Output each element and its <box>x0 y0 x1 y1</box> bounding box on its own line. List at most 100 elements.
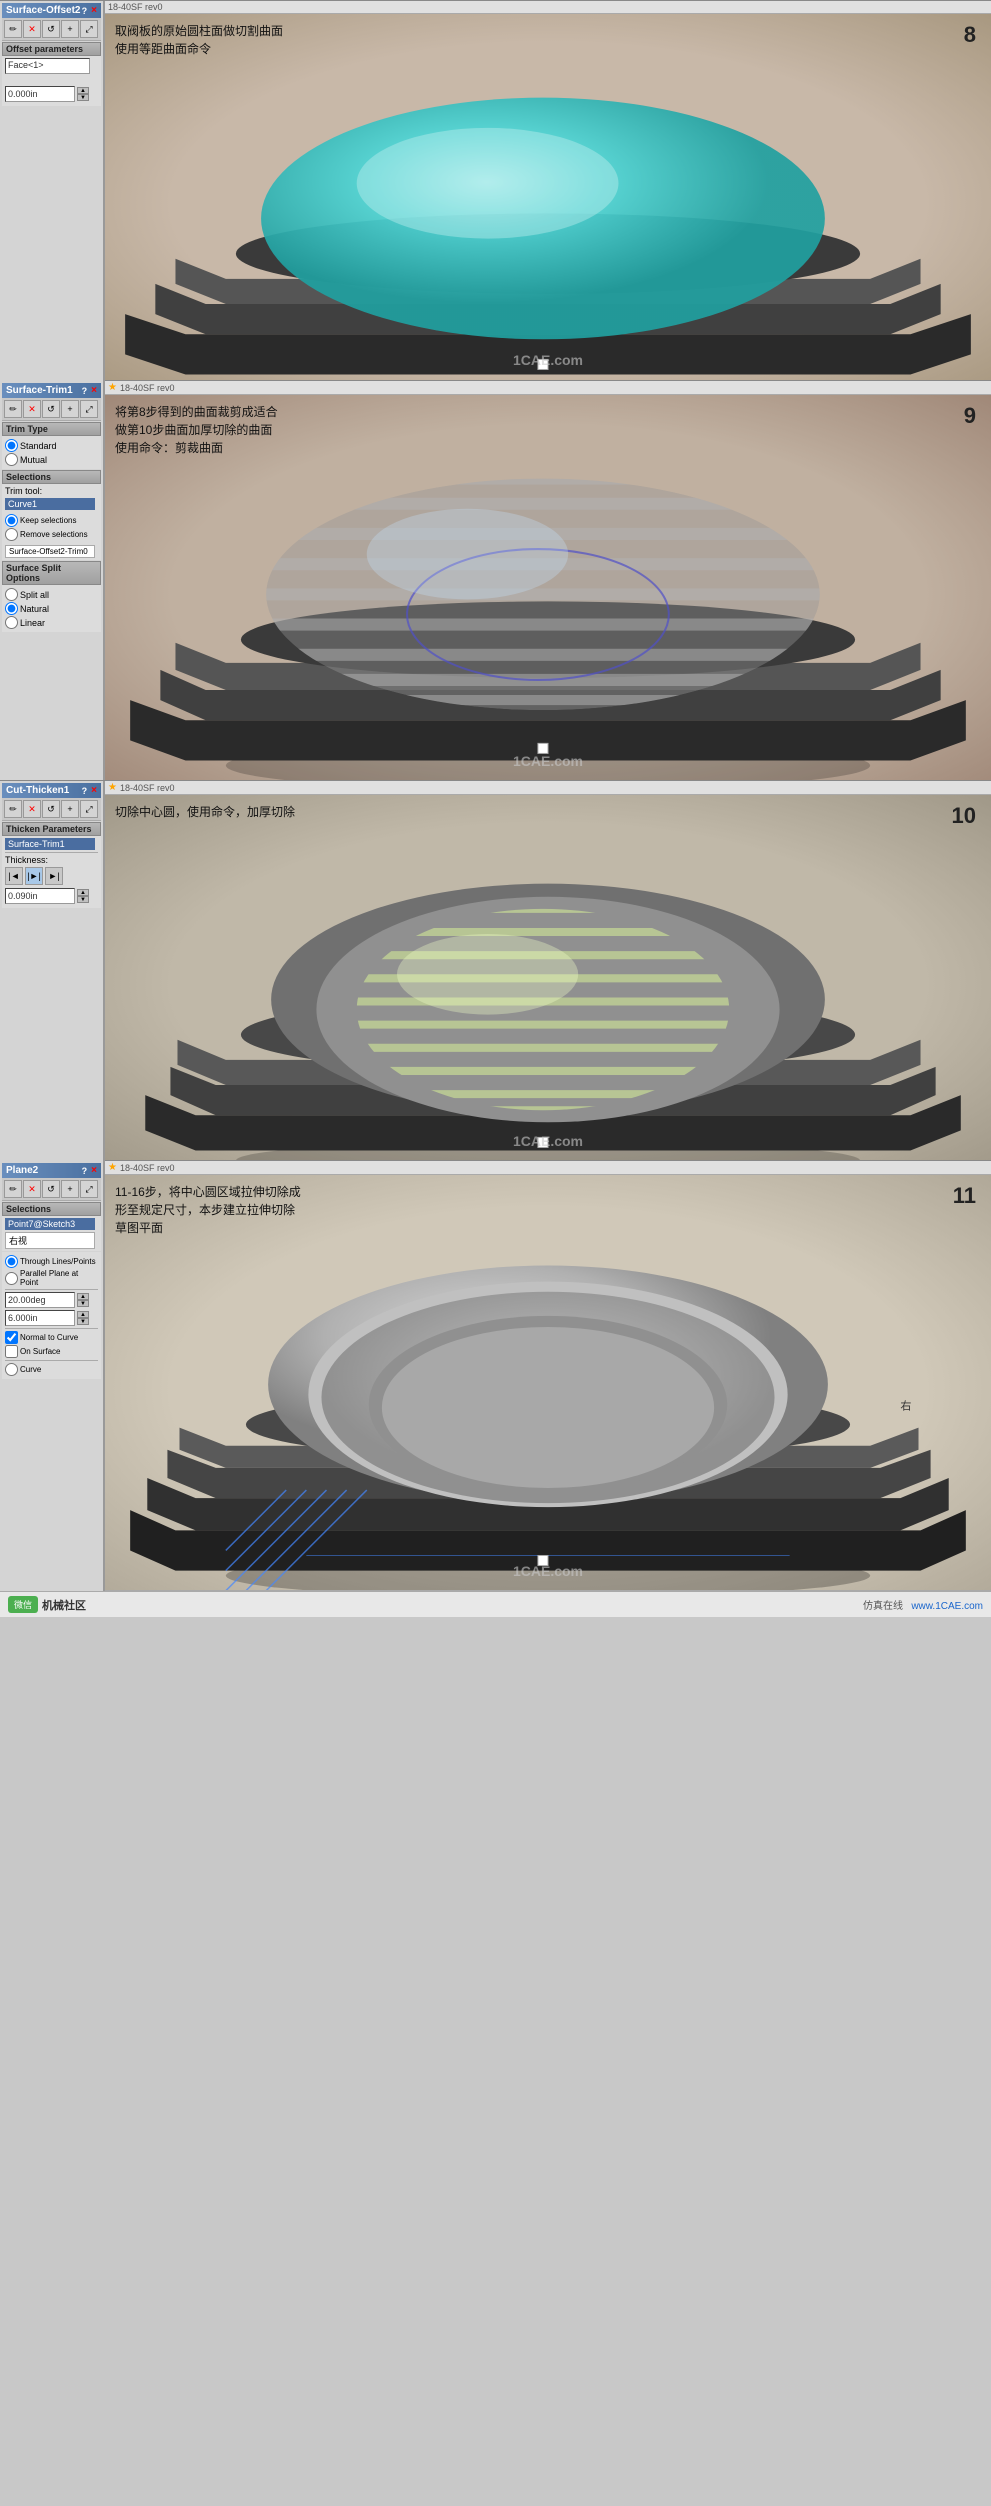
thicken-content: Surface-Trim1 Thickness: |◄ |►| ►| ▲ ▼ <box>2 836 101 908</box>
nav-rebuild-icon-10[interactable]: ↺ <box>42 800 60 818</box>
selections-header-11: Selections <box>2 1202 101 1216</box>
offset-trim-item[interactable]: Surface-Offset2-Trim0 <box>5 545 95 558</box>
radio-remove-input[interactable] <box>5 528 18 541</box>
nav-x-icon[interactable]: ✕ <box>23 20 41 38</box>
sidebar-title-10: Cut-Thicken1 ? × <box>2 783 101 798</box>
thickness-center-icon[interactable]: |►| <box>25 867 43 885</box>
sidebar-question-10[interactable]: ? <box>82 786 88 796</box>
selections-group-9: Selections Trim tool: Curve1 Keep select… <box>2 470 101 560</box>
scene9-svg <box>105 415 991 780</box>
watermark-11: 1CAE.com <box>513 1563 583 1579</box>
radio-splitall-input[interactable] <box>5 588 18 601</box>
nav-expand-icon-10[interactable]: ⤢ <box>80 800 98 818</box>
nav-rebuild-icon[interactable]: ↺ <box>42 20 60 38</box>
spin-down-8[interactable]: ▼ <box>77 94 89 101</box>
spin-down-deg[interactable]: ▼ <box>77 1300 89 1307</box>
nav-pencil-icon-11[interactable]: ✏ <box>4 1180 22 1198</box>
viewport-10: ★ 18-40SF rev0 切除中心圆，使用命令，加厚切除 10 <box>105 781 991 1160</box>
divider-10 <box>5 852 98 853</box>
on-surface-row: On Surface <box>5 1345 98 1358</box>
sidebar-question-icon-8[interactable]: ? <box>82 6 88 16</box>
nav-add-icon-10[interactable]: + <box>61 800 79 818</box>
nav-x-icon-11[interactable]: ✕ <box>23 1180 41 1198</box>
nav-add-icon-11[interactable]: + <box>61 1180 79 1198</box>
radio-linear-input[interactable] <box>5 616 18 629</box>
thickness-input[interactable] <box>5 888 75 904</box>
nav-expand-icon-9[interactable]: ⤢ <box>80 400 98 418</box>
panel-9: Surface-Trim1 ? × ✏ ✕ ↺ + ⤢ Trim Type St… <box>0 380 991 780</box>
nav-add-icon[interactable]: + <box>61 20 79 38</box>
curve1-selected[interactable]: Curve1 <box>5 498 95 510</box>
offset-value-input[interactable] <box>5 86 75 102</box>
spin-down-in[interactable]: ▼ <box>77 1318 89 1325</box>
normal-curve-label: Normal to Curve <box>20 1333 78 1342</box>
offset-params-group: Offset parameters Face<1> ▲ ▼ <box>2 42 101 106</box>
nav-expand-icon[interactable]: ⤢ <box>80 20 98 38</box>
offset-params-header: Offset parameters <box>2 42 101 56</box>
thickness-value-row: ▲ ▼ <box>5 888 98 904</box>
thickness-left-icon[interactable]: |◄ <box>5 867 23 885</box>
radio-split-all: Split all <box>5 588 98 601</box>
radio-standard-label: Standard <box>20 441 57 451</box>
sidebar-11: Plane2 ? × ✏ ✕ ↺ + ⤢ Selections Point7@S… <box>0 1161 105 1591</box>
normal-curve-checkbox[interactable] <box>5 1331 18 1344</box>
nav-rebuild-icon-11[interactable]: ↺ <box>42 1180 60 1198</box>
trim-type-group: Trim Type Standard Mutual <box>2 422 101 469</box>
nav-pencil-icon-10[interactable]: ✏ <box>4 800 22 818</box>
divider-11c <box>5 1360 98 1361</box>
nav-add-icon-9[interactable]: + <box>61 400 79 418</box>
spin-up-deg[interactable]: ▲ <box>77 1293 89 1300</box>
sidebar-close-icon-10[interactable]: × <box>91 785 97 796</box>
radio-standard-input[interactable] <box>5 439 18 452</box>
nav-x-icon-10[interactable]: ✕ <box>23 800 41 818</box>
site-name: 仿真在线 <box>863 1601 903 1612</box>
through-lines-radio[interactable] <box>5 1255 18 1268</box>
right-view-item[interactable]: 右视 <box>5 1232 95 1249</box>
radio-mutual-input[interactable] <box>5 453 18 466</box>
radio-natural-input[interactable] <box>5 602 18 615</box>
sidebar-close-icon-9[interactable]: × <box>91 385 97 396</box>
radio-natural: Natural <box>5 602 98 615</box>
spin-down-10[interactable]: ▼ <box>77 896 89 903</box>
sidebar-title-11: Plane2 ? × <box>2 1163 101 1178</box>
sidebar-question-icon-9[interactable]: ? <box>82 386 88 396</box>
radio-keep-input[interactable] <box>5 514 18 527</box>
green-surface-10 <box>357 909 730 1110</box>
nav-expand-icon-11[interactable]: ⤢ <box>80 1180 98 1198</box>
nav-rebuild-icon-9[interactable]: ↺ <box>42 400 60 418</box>
sidebar-close-icon-8[interactable]: × <box>91 5 97 16</box>
scene-11: 11-16步，将中心圆区域拉伸切除成 形至规定尺寸，本步建立拉伸切除 草图平面 … <box>105 1175 991 1590</box>
nav-pencil-icon-9[interactable]: ✏ <box>4 400 22 418</box>
sidebar-nav-8: ✏ ✕ ↺ + ⤢ <box>2 18 101 41</box>
sidebar-title-label-11: Plane2 <box>6 1165 38 1176</box>
sidebar-question-11[interactable]: ? <box>82 1166 88 1176</box>
viewport-toolbar-11: ★ 18-40SF rev0 <box>105 1161 991 1175</box>
spin-up-10[interactable]: ▲ <box>77 889 89 896</box>
point-sketch-selected[interactable]: Point7@Sketch3 <box>5 1218 95 1230</box>
divider-11a <box>5 1289 98 1290</box>
scene-9: 将第8步得到的曲面裁剪成适合 做第10步曲面加厚切除的曲面 使用命令：剪裁曲面 … <box>105 395 991 780</box>
nav-pencil-icon[interactable]: ✏ <box>4 20 22 38</box>
spin-up-in[interactable]: ▲ <box>77 1311 89 1318</box>
surface-trim-selected[interactable]: Surface-Trim1 <box>5 838 95 850</box>
curve-radio[interactable] <box>5 1363 18 1376</box>
scene-10: 切除中心圆，使用命令，加厚切除 10 <box>105 795 991 1160</box>
panel-10: Cut-Thicken1 ? × ✏ ✕ ↺ + ⤢ Thicken Param… <box>0 780 991 1160</box>
thickness-right-icon[interactable]: ►| <box>45 867 63 885</box>
scene8-svg <box>105 34 991 380</box>
radio-mutual-label: Mutual <box>20 455 47 465</box>
parallel-plane-label: Parallel Plane at Point <box>20 1269 98 1287</box>
offset-params-content: Face<1> ▲ ▼ <box>2 56 101 106</box>
in-input[interactable] <box>5 1310 75 1326</box>
face-input-8[interactable]: Face<1> <box>5 58 90 74</box>
nav-x-icon-9[interactable]: ✕ <box>23 400 41 418</box>
parallel-plane-radio[interactable] <box>5 1272 18 1285</box>
sidebar-close-icon-11[interactable]: × <box>91 1165 97 1176</box>
viewport-toolbar-9: ★ 18-40SF rev0 <box>105 381 991 395</box>
offset-value-row: ▲ ▼ <box>5 86 98 102</box>
radio-linear-label: Linear <box>20 618 45 628</box>
deg-spinner: ▲ ▼ <box>77 1293 89 1307</box>
deg-input[interactable] <box>5 1292 75 1308</box>
on-surface-checkbox[interactable] <box>5 1345 18 1358</box>
spin-up-8[interactable]: ▲ <box>77 87 89 94</box>
